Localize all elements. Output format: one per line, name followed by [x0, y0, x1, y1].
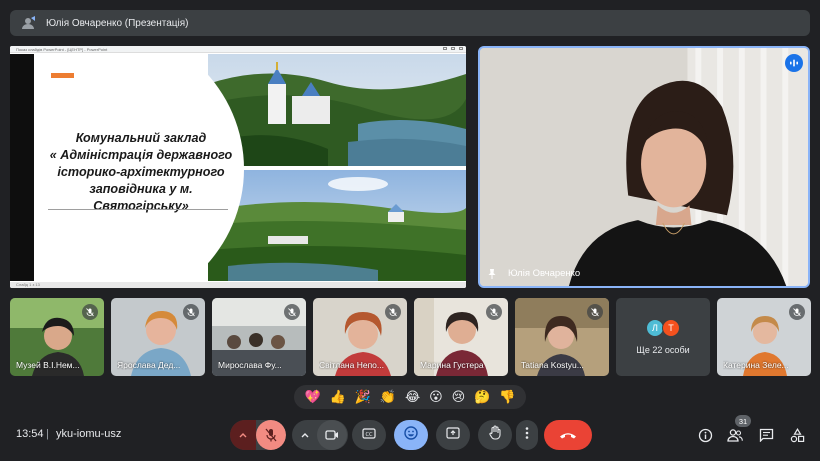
mic-off-icon	[587, 304, 603, 320]
participant-tile[interactable]: Tatiana Kostyu...	[515, 298, 609, 376]
mic-off-icon	[82, 304, 98, 320]
participant-tile[interactable]: Світлана Непо...	[313, 298, 407, 376]
reaction-bar: 💖 👍 🎉 👏 😂 😮 😢 🤔 👎	[294, 385, 526, 409]
presentation-tile[interactable]: Показ слайдів PowerPoint - [ЦЕНТР] - Pow…	[10, 46, 466, 288]
captions-button[interactable]: CC	[352, 420, 386, 450]
chevron-up-icon[interactable]	[293, 420, 317, 450]
more-participants-label: Ще 22 особи	[636, 345, 690, 355]
separator: |	[46, 428, 49, 440]
more-vert-icon	[525, 426, 529, 445]
leave-call-button[interactable]	[544, 420, 592, 450]
presentation-icon	[20, 15, 36, 31]
reaction-surprised[interactable]: 😮	[429, 391, 443, 404]
people-count-badge: 31	[735, 415, 751, 427]
info-icon[interactable]	[696, 426, 714, 444]
camera-control	[292, 420, 348, 450]
reaction-thumbs-down[interactable]: 👎	[499, 391, 515, 404]
slide-divider	[48, 209, 228, 210]
speaker-tile[interactable]: Юлія Овчаренко	[478, 46, 810, 288]
slide-accent-bar	[51, 73, 74, 78]
participant-tile[interactable]: Музей В.І.Нем...	[10, 298, 104, 376]
microphone-control	[230, 420, 286, 450]
people-icon[interactable]	[726, 426, 744, 444]
more-participants-tile[interactable]: Л Т Ще 22 особи	[616, 298, 710, 376]
mic-off-icon	[486, 304, 502, 320]
avatar-stack: Л Т	[646, 319, 680, 337]
present-screen-button[interactable]	[436, 420, 470, 450]
participant-name: Катерина Зеле...	[723, 360, 789, 370]
slide-status: Слайд 1 з 13	[10, 282, 466, 288]
pin-icon[interactable]	[486, 267, 500, 279]
raise-hand-icon	[488, 425, 502, 445]
clock: 13:54	[16, 428, 44, 440]
audio-wave-icon	[785, 54, 803, 72]
mic-off-icon	[385, 304, 401, 320]
hang-up-icon	[559, 426, 577, 444]
participant-tile[interactable]: Мирослава Фу...	[212, 298, 306, 376]
landscape-photo	[208, 170, 466, 281]
reaction-heart[interactable]: 💖	[304, 391, 320, 404]
slide: Комунальний заклад « Адміністрація держа…	[34, 54, 466, 281]
participant-name: Музей В.І.Нем...	[16, 360, 80, 370]
participant-name: Мирослава Фу...	[218, 360, 282, 370]
mic-off-icon	[789, 304, 805, 320]
meeting-code: yku-iomu-usz	[56, 428, 122, 440]
slide-heading: Комунальний заклад « Адміністрація держа…	[49, 131, 233, 213]
participant-name: Марина Густера	[420, 360, 484, 370]
speaker-name: Юлія Овчаренко	[508, 268, 581, 279]
reaction-thumbs-up[interactable]: 👍	[330, 391, 346, 404]
presenter-title: Юлія Овчаренко (Презентація)	[46, 17, 189, 29]
participant-tile[interactable]: Ярослава Дед...	[111, 298, 205, 376]
chevron-up-icon[interactable]	[230, 420, 256, 450]
reaction-clap[interactable]: 👏	[380, 391, 396, 404]
avatar: Т	[662, 319, 680, 337]
presenter-bar: Юлія Овчаренко (Презентація)	[10, 10, 810, 36]
captions-icon: CC	[362, 426, 376, 444]
raise-hand-button[interactable]	[478, 420, 512, 450]
more-options-button[interactable]	[516, 420, 538, 450]
reaction-party[interactable]: 🎉	[355, 391, 371, 404]
reaction-thinking[interactable]: 🤔	[474, 391, 490, 404]
reaction-laugh[interactable]: 😂	[405, 391, 420, 404]
svg-text:CC: CC	[366, 432, 373, 438]
emoji-icon	[404, 425, 418, 445]
mic-off-icon	[183, 304, 199, 320]
participant-tile[interactable]: Марина Густера	[414, 298, 508, 376]
participant-name: Світлана Непо...	[319, 360, 384, 370]
participant-tile[interactable]: Катерина Зеле...	[717, 298, 811, 376]
participant-name: Tatiana Kostyu...	[521, 360, 584, 370]
activities-icon[interactable]	[788, 426, 806, 444]
mic-off-icon[interactable]	[256, 420, 286, 450]
slide-letterbox	[10, 54, 34, 281]
chat-icon[interactable]	[757, 426, 775, 444]
speaker-video	[480, 48, 808, 286]
participant-name: Ярослава Дед...	[117, 360, 181, 370]
mic-off-icon	[284, 304, 300, 320]
reaction-sad[interactable]: 😢	[452, 391, 466, 404]
emoji-button[interactable]	[394, 420, 428, 450]
camera-icon[interactable]	[317, 420, 347, 450]
monastery-photo	[208, 54, 466, 166]
powerpoint-window-bar: Показ слайдів PowerPoint - [ЦЕНТР] - Pow…	[10, 46, 466, 53]
window-title: Показ слайдів PowerPoint - [ЦЕНТР] - Pow…	[16, 47, 108, 52]
present-screen-icon	[446, 426, 460, 444]
